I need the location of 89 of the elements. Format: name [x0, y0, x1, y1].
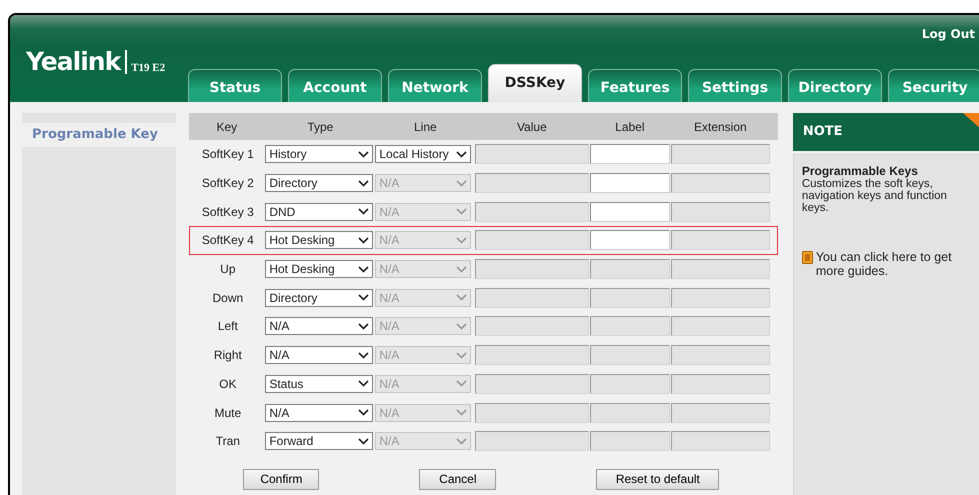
note-title: NOTE — [802, 123, 843, 142]
dropdown[interactable]: N/A — [265, 404, 374, 422]
note-text: Programmable Keys Customizes the soft keys, navigation keys and function keys. — [802, 165, 948, 214]
extension-field[interactable] — [671, 173, 770, 194]
key-name: Mute — [214, 406, 242, 420]
dropdown[interactable]: Hot Desking — [265, 231, 374, 250]
key-name: SoftKey 3 — [202, 204, 254, 219]
value-field[interactable] — [475, 345, 590, 366]
key-name: Down — [212, 290, 244, 305]
value-field[interactable] — [475, 316, 590, 336]
extension-field[interactable] — [671, 202, 770, 222]
extension-field[interactable] — [671, 288, 770, 308]
extension-field[interactable] — [671, 402, 770, 423]
chevron-down-icon — [456, 266, 468, 273]
chevron-down-icon — [358, 352, 370, 359]
key-name: OK — [219, 376, 237, 391]
column-header: Value — [516, 120, 547, 134]
chevron-down-icon — [456, 322, 468, 330]
extension-field[interactable] — [671, 259, 770, 280]
key-name: Up — [220, 262, 236, 276]
key-name: Tran — [216, 434, 240, 448]
column-header: Type — [307, 120, 334, 134]
key-name: SoftKey 1 — [202, 147, 254, 162]
value-field[interactable] — [475, 374, 590, 394]
reset-button[interactable]: Reset to default — [596, 468, 720, 490]
help-book-icon — [802, 251, 813, 264]
chevron-down-icon — [358, 438, 370, 445]
dropdown[interactable]: Hot Desking — [265, 260, 374, 278]
chevron-down-icon — [456, 380, 468, 388]
chevron-down-icon — [456, 150, 468, 158]
dropdown[interactable]: History — [265, 145, 374, 164]
value-field[interactable] — [475, 144, 590, 164]
label-field[interactable] — [590, 230, 670, 250]
value-field[interactable] — [475, 288, 590, 308]
cancel-button[interactable]: Cancel — [419, 468, 496, 490]
chevron-down-icon — [456, 208, 468, 216]
confirm-button[interactable]: Confirm — [243, 468, 320, 490]
logo-text: Yealink — [26, 49, 120, 74]
dropdown[interactable]: Directory — [265, 288, 374, 307]
extension-field[interactable] — [671, 431, 770, 452]
chevron-down-icon — [358, 380, 370, 388]
dropdown[interactable]: Status — [265, 374, 374, 393]
label-field[interactable] — [590, 202, 670, 222]
dropdown[interactable]: N/A — [265, 346, 374, 364]
value-field[interactable] — [475, 230, 590, 250]
key-name: Left — [218, 319, 238, 334]
column-header: Label — [615, 120, 645, 134]
chevron-down-icon — [358, 266, 370, 273]
chevron-down-icon — [358, 409, 370, 416]
value-field[interactable] — [475, 173, 590, 194]
value-field[interactable] — [475, 402, 590, 423]
column-header: Key — [216, 120, 238, 134]
dropdown[interactable]: Local History — [375, 145, 472, 164]
logout-link[interactable]: Log Out — [922, 25, 975, 43]
chevron-down-icon — [456, 180, 468, 187]
extension-field[interactable] — [671, 316, 770, 336]
chevron-down-icon — [456, 236, 468, 244]
extension-field[interactable] — [671, 144, 770, 164]
dropdown[interactable]: DND — [265, 202, 374, 221]
sidebar-item[interactable]: Programable Key — [22, 123, 176, 146]
chevron-down-icon — [358, 322, 370, 330]
dropdown[interactable]: N/A — [265, 317, 374, 336]
key-name: SoftKey 4 — [202, 233, 254, 248]
extension-field[interactable] — [671, 230, 770, 250]
chevron-down-icon — [358, 150, 370, 158]
chevron-down-icon — [456, 294, 468, 302]
label-field[interactable] — [590, 173, 670, 194]
chevron-down-icon — [358, 180, 370, 187]
chevron-down-icon — [456, 352, 468, 359]
nav-tab[interactable]: DSSKey — [488, 64, 582, 102]
column-header: Line — [414, 120, 437, 134]
extension-field[interactable] — [671, 345, 770, 366]
model-name: T19 E2 — [131, 63, 166, 74]
chevron-down-icon — [358, 236, 370, 244]
dropdown[interactable]: Forward — [265, 432, 374, 450]
value-field[interactable] — [475, 431, 590, 452]
key-name: SoftKey 2 — [202, 176, 254, 190]
chevron-down-icon — [456, 409, 468, 416]
guide-link[interactable]: You can click here to get more guides. — [816, 250, 974, 278]
extension-field[interactable] — [671, 374, 770, 394]
column-header: Extension — [694, 120, 747, 134]
value-field[interactable] — [475, 202, 590, 222]
value-field[interactable] — [475, 259, 590, 280]
label-field[interactable] — [590, 144, 670, 164]
chevron-down-icon — [358, 294, 370, 302]
chevron-down-icon — [358, 208, 370, 216]
dropdown[interactable]: Directory — [265, 174, 374, 192]
key-name: Right — [214, 348, 242, 362]
chevron-down-icon — [456, 438, 468, 445]
